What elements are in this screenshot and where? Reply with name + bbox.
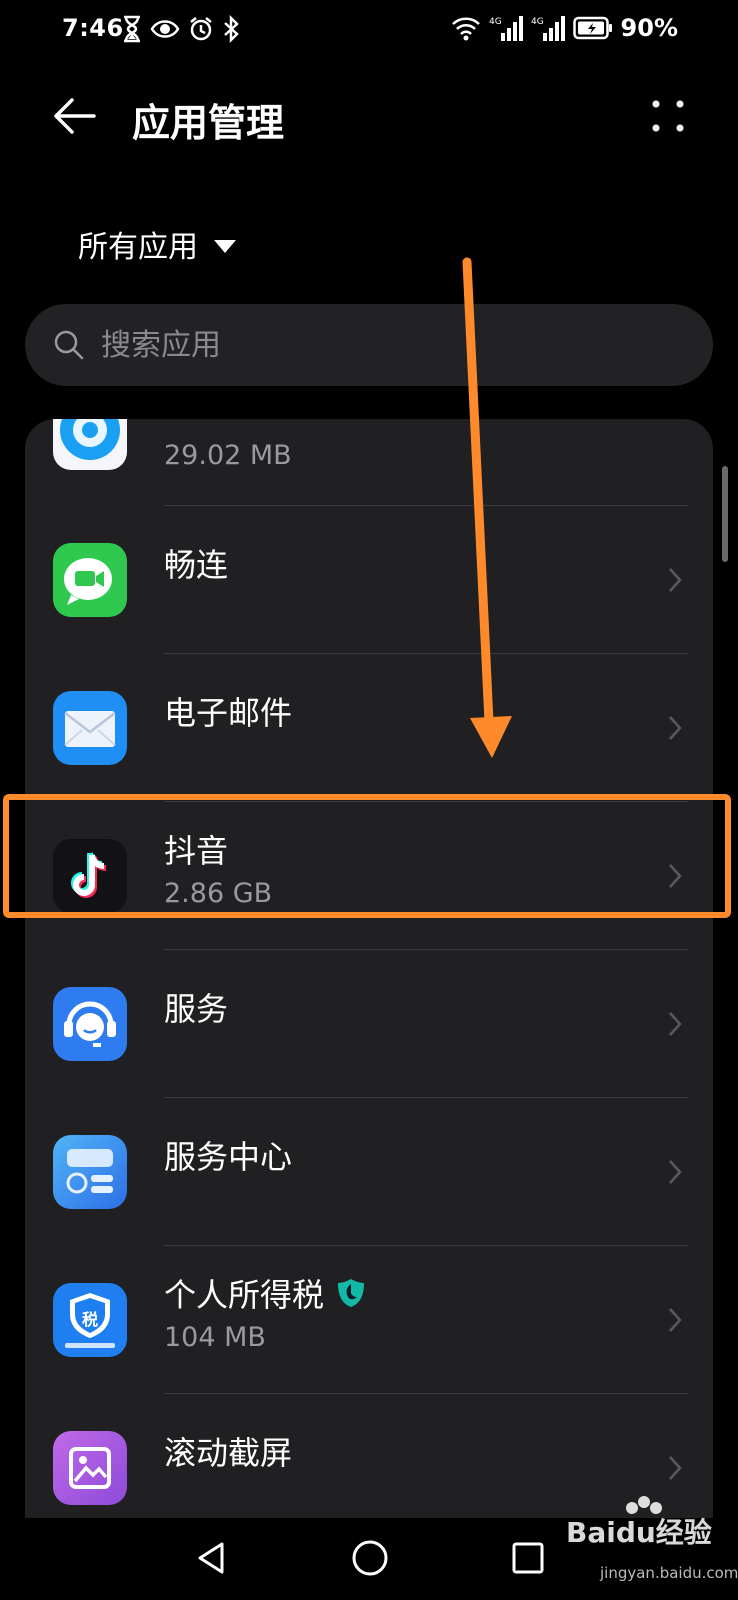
status-bar: 7:46 4G 4G 90% xyxy=(0,0,738,62)
chevron-right-icon xyxy=(669,1308,682,1332)
status-time: 7:46 xyxy=(62,14,124,42)
chevron-right-icon xyxy=(669,716,682,740)
app-name: 畅连 xyxy=(164,546,229,584)
service-icon xyxy=(53,987,127,1061)
signal-label: 4G xyxy=(531,17,544,27)
app-list: 29.02 MB 畅连 电子邮件 抖音 2.86 GB 服务 服务中心 税 个人… xyxy=(25,419,713,1519)
list-item[interactable]: 电子邮件 xyxy=(25,654,713,802)
list-item[interactable]: 29.02 MB xyxy=(25,419,713,506)
alarm-icon xyxy=(190,17,212,41)
app-name: 电子邮件 xyxy=(164,694,293,732)
search-icon xyxy=(54,330,84,360)
nav-home-icon[interactable] xyxy=(350,1538,390,1578)
app-bar: 应用管理 xyxy=(0,78,738,158)
baidu-jingyan-watermark: Baidu经验 xyxy=(566,1496,712,1549)
battery-icon xyxy=(572,16,612,40)
wifi-icon xyxy=(451,17,480,41)
eye-icon xyxy=(150,20,180,38)
app-name: 个人所得税 xyxy=(164,1276,325,1314)
watermark-brand: Baidu经验 xyxy=(566,1516,712,1549)
list-item[interactable]: 服务 xyxy=(25,950,713,1098)
signal-icon: 4G xyxy=(489,16,523,41)
bluetooth-icon xyxy=(224,15,239,43)
partial-blue-app-icon xyxy=(53,419,127,470)
hourglass-icon xyxy=(124,15,140,43)
list-item[interactable]: 税 个人所得税 104 MB xyxy=(25,1246,713,1394)
scrollbar[interactable] xyxy=(722,466,728,562)
list-item[interactable]: 畅连 xyxy=(25,506,713,654)
email-icon xyxy=(53,691,127,765)
nav-recent-apps-icon[interactable] xyxy=(508,1538,548,1578)
chevron-right-icon xyxy=(669,568,682,592)
search-bar[interactable] xyxy=(25,304,713,386)
page-title: 应用管理 xyxy=(132,101,285,145)
more-options-icon[interactable] xyxy=(648,96,688,136)
app-name: 滚动截屏 xyxy=(164,1434,293,1472)
scroll-screenshot-icon xyxy=(53,1431,127,1505)
filter-label: 所有应用 xyxy=(78,230,198,265)
annotation-highlight-box xyxy=(3,794,731,918)
meetime-icon xyxy=(53,543,127,617)
watermark-domain: jingyan.baidu.com xyxy=(600,1564,738,1582)
back-arrow-icon[interactable] xyxy=(50,92,98,140)
verified-shield-icon xyxy=(338,1279,365,1307)
list-item[interactable]: 服务中心 xyxy=(25,1098,713,1246)
battery-percent: 90% xyxy=(620,14,678,42)
tax-icon-label: 税 xyxy=(82,1310,98,1329)
app-name: 服务中心 xyxy=(164,1138,293,1176)
service-center-icon xyxy=(53,1135,127,1209)
search-input[interactable] xyxy=(99,326,663,364)
signal-label: 4G xyxy=(489,17,502,27)
app-size: 29.02 MB xyxy=(164,440,292,471)
chevron-right-icon xyxy=(669,1456,682,1480)
caret-down-icon xyxy=(214,239,236,253)
app-size: 104 MB xyxy=(164,1322,266,1353)
nav-back-icon[interactable] xyxy=(192,1538,232,1578)
app-filter-dropdown[interactable]: 所有应用 xyxy=(78,222,236,266)
chevron-right-icon xyxy=(669,1160,682,1184)
app-name: 服务 xyxy=(164,990,229,1028)
chevron-right-icon xyxy=(669,1012,682,1036)
tax-icon: 税 xyxy=(53,1283,127,1357)
signal-icon: 4G xyxy=(531,16,565,41)
